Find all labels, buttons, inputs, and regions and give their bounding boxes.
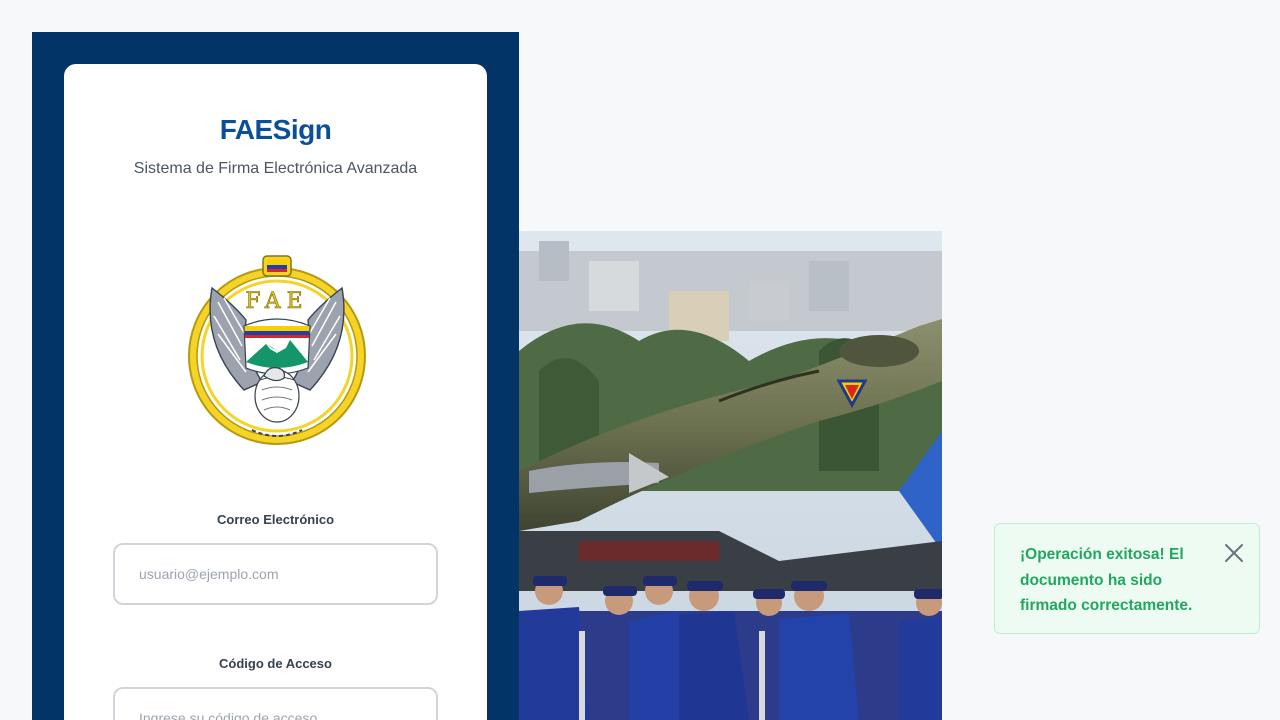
login-page: FAESign Sistema de Firma Electrónica Ava… bbox=[0, 0, 1280, 720]
toast-message: ¡Operación exitosa! El documento ha sido… bbox=[1020, 546, 1193, 614]
fae-emblem-icon: FAE bbox=[188, 255, 366, 445]
svg-text:FAE: FAE bbox=[245, 289, 308, 314]
close-icon[interactable] bbox=[1223, 542, 1245, 564]
email-label: Correo Electrónico bbox=[216, 512, 335, 527]
app-subtitle: Sistema de Firma Electrónica Avanzada bbox=[133, 160, 418, 177]
email-field[interactable] bbox=[113, 543, 438, 605]
access-code-label: Código de Acceso bbox=[219, 656, 332, 671]
access-code-field[interactable] bbox=[113, 687, 438, 720]
success-toast: ¡Operación exitosa! El documento ha sido… bbox=[994, 523, 1260, 634]
login-card: FAESign Sistema de Firma Electrónica Ava… bbox=[64, 64, 487, 720]
hero-photo bbox=[519, 231, 942, 720]
app-title: FAESign bbox=[219, 114, 332, 145]
